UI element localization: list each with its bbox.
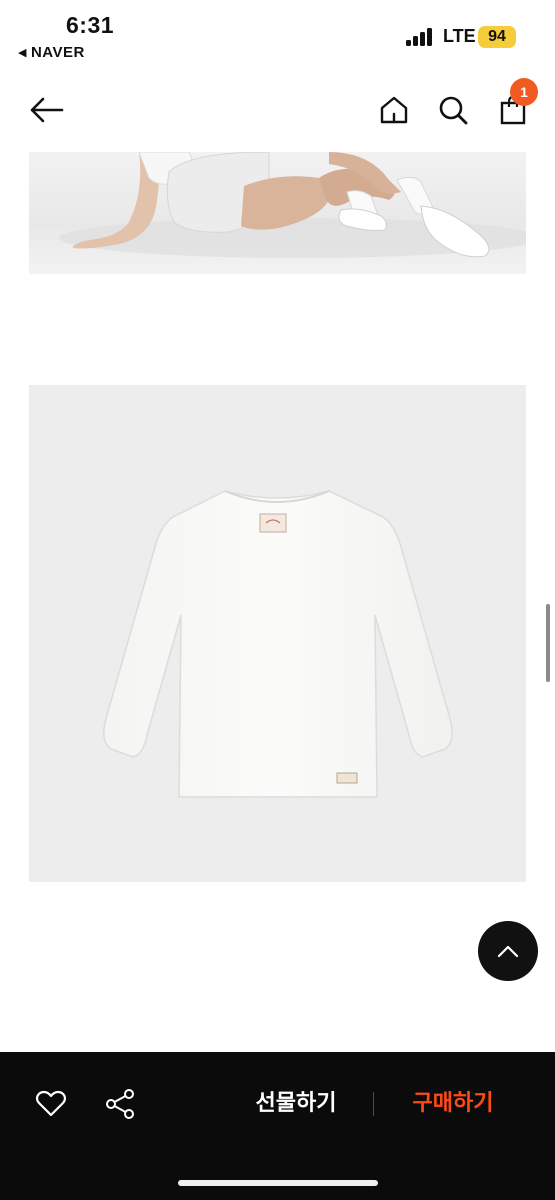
search-button[interactable] (433, 90, 473, 130)
status-bar: 6:31 ◀ NAVER LTE 94 (0, 0, 555, 70)
scroll-to-top-button[interactable] (478, 921, 538, 981)
cart-count-badge: 1 (510, 78, 538, 106)
home-button[interactable] (374, 90, 414, 130)
network-label: LTE (443, 26, 476, 46)
gift-button[interactable]: 선물하기 (238, 1086, 354, 1122)
buy-button[interactable]: 구매하기 (395, 1086, 511, 1122)
back-to-app-link[interactable]: ◀ NAVER (18, 44, 85, 61)
home-indicator[interactable] (178, 1180, 378, 1186)
back-triangle-icon: ◀ (18, 47, 27, 59)
model-photo-illustration (59, 152, 526, 258)
chevron-up-icon (497, 945, 519, 958)
home-icon (380, 96, 408, 124)
share-icon (106, 1089, 134, 1119)
share-button[interactable] (98, 1082, 142, 1126)
bottom-action-bar: 선물하기 구매하기 (0, 1052, 555, 1200)
status-time: 6:31 (66, 12, 115, 38)
product-photo[interactable] (29, 385, 526, 882)
signal-icon (406, 28, 436, 46)
heart-icon (35, 1090, 67, 1117)
app-header (0, 76, 555, 144)
back-app-label: NAVER (30, 44, 85, 61)
bottom-bar-divider (373, 1092, 374, 1116)
back-button[interactable] (26, 90, 66, 130)
lifestyle-photo (29, 152, 526, 274)
page-scrollbar[interactable] (546, 604, 550, 682)
battery-indicator: 94 (478, 26, 516, 48)
long-sleeve-tshirt-image (103, 490, 453, 798)
wishlist-button[interactable] (29, 1082, 73, 1126)
search-icon (439, 96, 468, 125)
back-arrow-icon (30, 97, 64, 123)
